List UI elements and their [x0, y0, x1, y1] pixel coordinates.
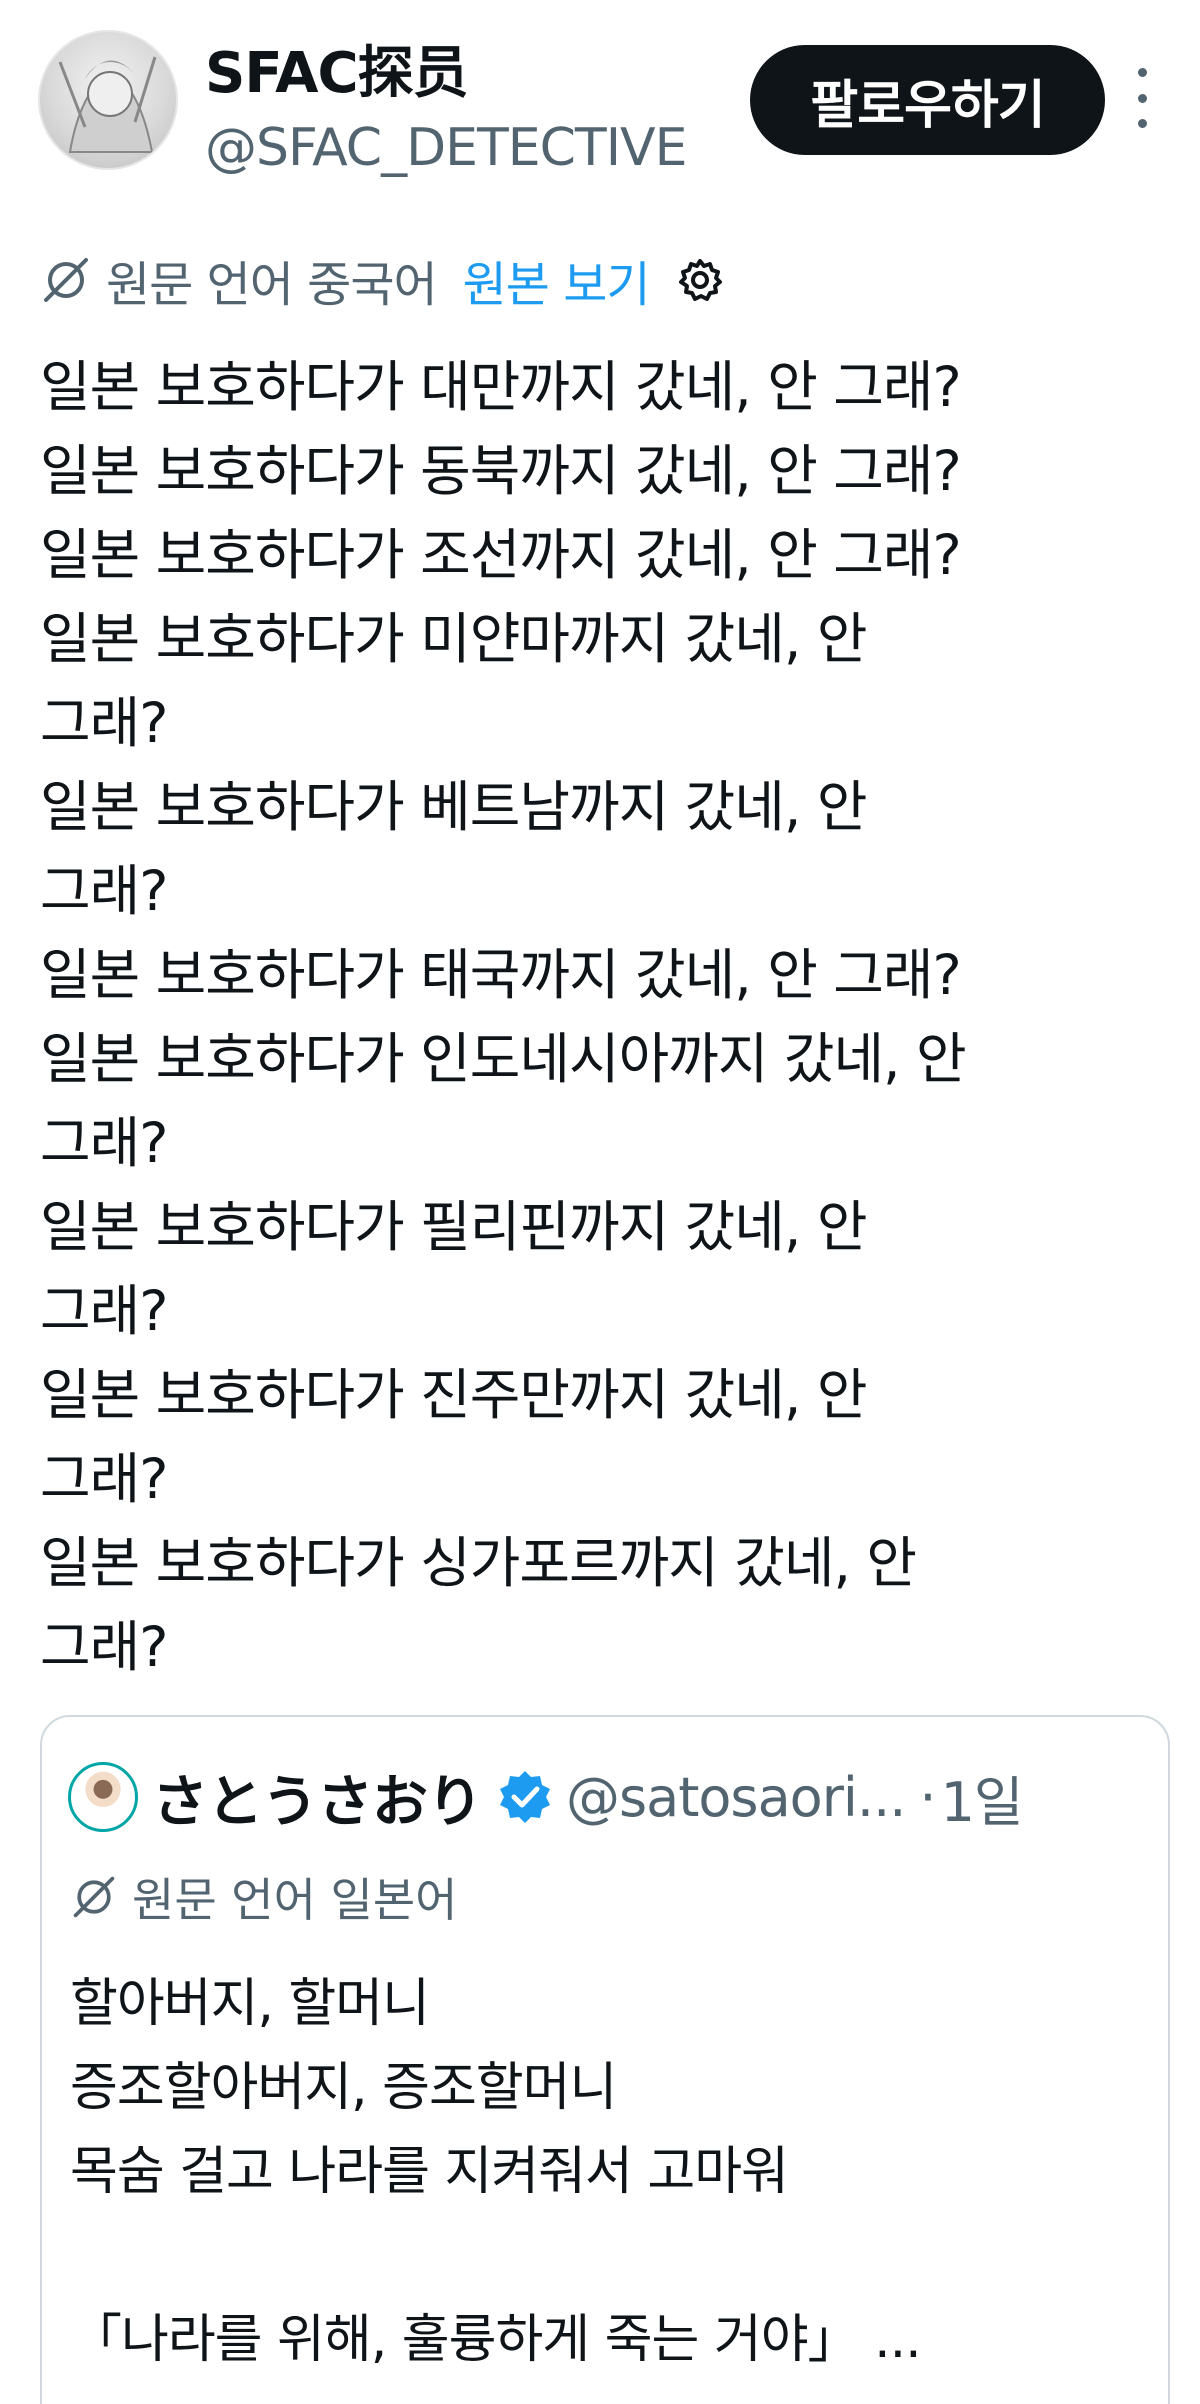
quoted-text-line: 증조할아버지, 증조할머니: [70, 2058, 617, 2118]
tweet-text-line: 그래?: [40, 1279, 168, 1343]
tweet-text-line: 일본 보호하다가 태국까지 갔네, 안 그래?: [40, 943, 962, 1007]
separator-dot: ·: [919, 1765, 937, 1829]
translate-icon: [44, 258, 88, 302]
quoted-tweet-time[interactable]: 1일: [941, 1758, 1024, 1837]
tweet-text-line: 그래?: [40, 859, 168, 923]
quoted-text-line: 목숨 걸고 나라를 지켜줘서 고마워: [70, 2142, 789, 2202]
verified-badge-icon: [500, 1771, 550, 1823]
view-original-link[interactable]: 원본 보기: [463, 245, 651, 315]
translate-icon: [73, 1876, 115, 1918]
tweet-text-line: 그래?: [40, 1447, 168, 1511]
quoted-author-name[interactable]: さとうさおり: [152, 1757, 483, 1838]
original-language-label: 원문 언어 중국어: [106, 257, 438, 313]
quoted-tweet-card[interactable]: さとうさおり @satosaori... · 1일 원문 언어 일본어 할아버지…: [40, 1715, 1170, 2404]
tweet-text-line: 일본 보호하다가 진주만까지 갔네, 안: [40, 1363, 867, 1427]
quoted-text-line: 「나라를 위해, 훌륭하게 죽는 거야」 ...: [70, 2310, 922, 2370]
tweet-body: 일본 보호하다가 대만까지 갔네, 안 그래? 일본 보호하다가 동북까지 갔네,…: [40, 345, 1180, 1689]
quoted-text-line: 할아버지, 할머니: [70, 1974, 430, 2034]
author-avatar[interactable]: [38, 30, 178, 170]
quoted-tweet-header: さとうさおり @satosaori... · 1일: [68, 1757, 1024, 1838]
more-options-icon[interactable]: [1128, 68, 1156, 128]
tweet-text-line: 일본 보호하다가 싱가포르까지 갔네, 안: [40, 1531, 917, 1595]
tweet-text-line: 일본 보호하다가 동북까지 갔네, 안 그래?: [40, 439, 962, 503]
author-handle[interactable]: @SFAC_DETECTIVE: [205, 118, 687, 178]
translation-bar: 원문 언어 중국어 원본 보기: [40, 245, 724, 315]
tweet-text-line: 일본 보호하다가 필리핀까지 갔네, 안: [40, 1195, 867, 1259]
tweet-text-line: 그래?: [40, 1111, 168, 1175]
tweet-text-line: 일본 보호하다가 베트남까지 갔네, 안: [40, 775, 867, 839]
tweet-text-line: 그래?: [40, 691, 168, 755]
quoted-original-language-label: 원문 언어 일본어: [132, 1873, 458, 1927]
tweet-text-line: 일본 보호하다가 인도네시아까지 갔네, 안: [40, 1027, 967, 1091]
author-display-name[interactable]: SFAC探员: [205, 28, 469, 109]
tweet-header: SFAC探员 @SFAC_DETECTIVE 팔로우하기: [0, 0, 1200, 230]
tweet-text-line: 일본 보호하다가 미얀마까지 갔네, 안: [40, 607, 867, 671]
avatar-illustration-icon: [58, 56, 157, 153]
tweet-text-line: 일본 보호하다가 대만까지 갔네, 안 그래?: [40, 355, 962, 419]
tweet-text-line: 그래?: [40, 1615, 168, 1679]
gear-icon[interactable]: [676, 256, 724, 304]
quoted-author-handle[interactable]: @satosaori...: [566, 1766, 906, 1829]
quoted-author-avatar[interactable]: [68, 1762, 138, 1832]
quoted-text-line: [70, 2214, 1150, 2298]
follow-button[interactable]: 팔로우하기: [750, 45, 1105, 155]
quoted-tweet-body: 할아버지, 할머니증조할아버지, 증조할머니목숨 걸고 나라를 지켜줘서 고마워…: [70, 1962, 1150, 2382]
quoted-translation-bar: 원문 언어 일본어: [70, 1865, 457, 1929]
tweet-text-line: 일본 보호하다가 조선까지 갔네, 안 그래?: [40, 523, 962, 587]
